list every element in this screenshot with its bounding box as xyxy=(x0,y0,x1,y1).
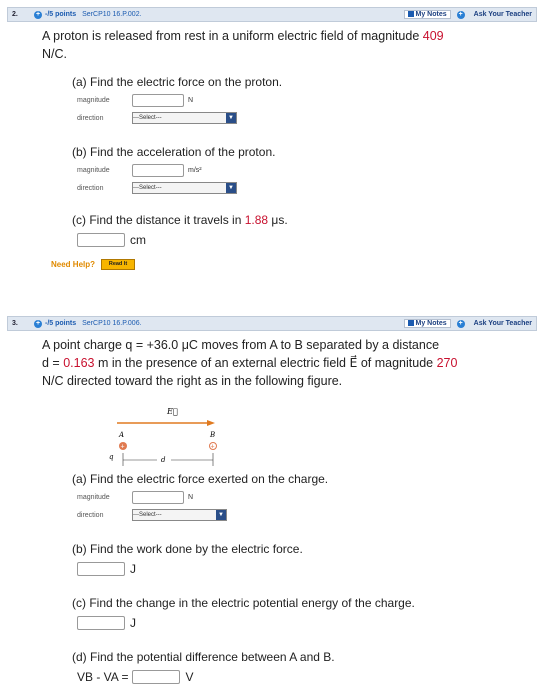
plus-icon: + xyxy=(211,444,215,451)
field-magnitude: 409 xyxy=(422,29,444,43)
plus-icon: + xyxy=(121,444,125,451)
question-stem: A proton is released from rest in a unif… xyxy=(7,22,507,63)
my-notes-label: My Notes xyxy=(415,320,447,327)
ask-teacher-link[interactable]: Ask Your Teacher xyxy=(474,11,532,18)
chevron-down-icon: ▼ xyxy=(216,510,226,520)
work-row: J xyxy=(7,562,537,576)
force-magnitude-input[interactable] xyxy=(132,490,184,504)
need-help: Need Help? Read It xyxy=(7,259,537,270)
figure-label-a: A xyxy=(118,431,124,439)
part-b-label: (b) Find the work done by the electric f… xyxy=(72,542,303,556)
part-c-label: (c) Find the distance it travels in 1.88… xyxy=(7,213,537,227)
field-figure: E⃗ A B + + q d xyxy=(107,406,237,466)
question-header: 2. + -/5 points SerCP10 16.P.002. My Not… xyxy=(7,7,537,22)
field-diagram: E⃗ A B + + q d xyxy=(109,407,217,466)
figure-label-b: B xyxy=(209,431,215,439)
time-value: 1.88 xyxy=(244,213,269,227)
charge-value: q = +36.0 μC xyxy=(125,338,198,352)
direction-row: direction ---Select--- ▼ xyxy=(7,508,537,522)
points-label: -/5 points xyxy=(45,320,77,327)
unit-label: N xyxy=(188,96,194,104)
stem-text: d = xyxy=(42,356,64,370)
stem-text: moves from A to B separated by a distanc… xyxy=(197,338,440,352)
ask-plus-icon: + xyxy=(456,319,465,328)
unit-label: J xyxy=(130,616,136,630)
stem-text: A proton is released from rest in a unif… xyxy=(42,29,423,43)
direction-row: direction ---Select--- ▼ xyxy=(7,111,537,125)
chevron-down-icon: ▼ xyxy=(226,113,236,123)
force-direction-select[interactable]: ---Select--- ▼ xyxy=(132,112,237,124)
magnitude-label: magnitude xyxy=(77,166,110,174)
select-value: ---Select--- xyxy=(133,185,162,191)
expand-icon[interactable]: + xyxy=(34,319,42,328)
vb-va-label: VB - VA = xyxy=(77,670,129,684)
direction-label: direction xyxy=(77,511,104,519)
part-c-label: (c) Find the change in the electric pote… xyxy=(72,596,415,610)
question-2: 2. + -/5 points SerCP10 16.P.002. My Not… xyxy=(7,7,537,282)
figure-label-d: d xyxy=(161,456,166,464)
select-value: ---Select--- xyxy=(133,512,162,518)
magnitude-row: magnitude N xyxy=(7,93,537,107)
question-number: 2. xyxy=(12,11,18,18)
magnitude-row: magnitude m/s² xyxy=(7,163,537,177)
my-notes-button[interactable]: My Notes xyxy=(403,319,451,328)
accel-magnitude-input[interactable] xyxy=(132,163,184,177)
part-c-text: (c) Find the distance it travels in xyxy=(72,213,245,227)
question-3: 3. + -/5 points SerCP10 16.P.006. My Not… xyxy=(7,316,537,700)
work-input[interactable] xyxy=(77,562,125,576)
notes-icon xyxy=(407,11,414,18)
read-it-button[interactable]: Read It xyxy=(101,259,136,270)
unit-label: J xyxy=(130,562,136,576)
arrowhead xyxy=(207,420,215,426)
notes-icon xyxy=(407,320,414,327)
stem-text-end: N/C. xyxy=(42,47,67,61)
part-d-label: (d) Find the potential difference betwee… xyxy=(72,650,335,664)
ask-teacher-link[interactable]: Ask Your Teacher xyxy=(474,320,532,327)
unit-label: m/s² xyxy=(188,166,202,174)
potential-diff-row: VB - VA = V xyxy=(7,670,537,684)
unit-label: V xyxy=(185,670,194,684)
figure-label-q: q xyxy=(109,453,114,461)
direction-label: direction xyxy=(77,184,104,192)
select-value: ---Select--- xyxy=(133,115,162,121)
unit-label: N xyxy=(188,493,194,501)
my-notes-label: My Notes xyxy=(415,11,447,18)
magnitude-row: magnitude N xyxy=(7,490,537,504)
pe-row: J xyxy=(7,616,537,630)
field-magnitude: 270 xyxy=(436,356,458,370)
stem-text: m in the presence of an external electri… xyxy=(94,356,437,370)
distance-row: cm xyxy=(7,233,537,247)
stem-text: A point charge xyxy=(42,338,126,352)
distance-value: 0.163 xyxy=(63,356,95,370)
magnitude-label: magnitude xyxy=(77,96,110,104)
points-label: -/5 points xyxy=(45,11,77,18)
direction-label: direction xyxy=(77,114,104,122)
accel-direction-select[interactable]: ---Select--- ▼ xyxy=(132,182,237,194)
distance-input[interactable] xyxy=(77,233,125,247)
part-c-unit: μs. xyxy=(268,213,288,227)
chevron-down-icon: ▼ xyxy=(226,183,236,193)
question-header: 3. + -/5 points SerCP10 16.P.006. My Not… xyxy=(7,316,537,331)
part-a-label: (a) Find the electric force on the proto… xyxy=(72,75,283,89)
my-notes-button[interactable]: My Notes xyxy=(403,10,451,19)
part-b-label: (b) Find the acceleration of the proton. xyxy=(72,145,276,159)
stem-text: N/C directed toward the right as in the … xyxy=(42,374,343,388)
ask-plus-icon: + xyxy=(456,10,465,19)
unit-label: cm xyxy=(130,233,146,247)
part-a-label: (a) Find the electric force exerted on t… xyxy=(72,472,329,486)
problem-code: SerCP10 16.P.002. xyxy=(82,11,142,18)
potential-energy-input[interactable] xyxy=(77,616,125,630)
question-stem: A point charge q = +36.0 μC moves from A… xyxy=(7,331,507,390)
need-help-label: Need Help? xyxy=(51,260,96,269)
figure-label-e: E⃗ xyxy=(166,407,178,416)
force-direction-select[interactable]: ---Select--- ▼ xyxy=(132,509,227,521)
expand-icon[interactable]: + xyxy=(34,10,42,19)
direction-row: direction ---Select--- ▼ xyxy=(7,181,537,195)
question-number: 3. xyxy=(12,320,18,327)
potential-difference-input[interactable] xyxy=(132,670,181,684)
force-magnitude-input[interactable] xyxy=(132,93,184,107)
magnitude-label: magnitude xyxy=(77,493,110,501)
problem-code: SerCP10 16.P.006. xyxy=(82,320,142,327)
